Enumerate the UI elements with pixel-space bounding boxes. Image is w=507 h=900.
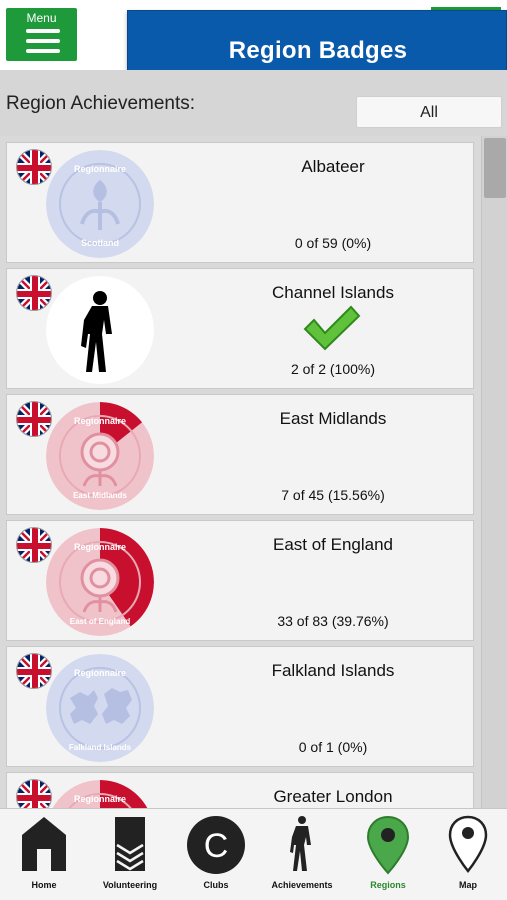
region-count: 33 of 83 (39.76%) [277,613,389,629]
region-count: 2 of 2 (100%) [290,361,376,377]
region-card[interactable]: Regionnaire Greater London [6,772,474,808]
region-name: Greater London [273,787,393,806]
region-count: 0 of 1 (0%) [298,739,368,755]
scrollbar[interactable] [481,136,507,808]
region-card[interactable]: Regionnaire Falkland Islands Falkland Is… [6,646,474,767]
nav-volunteering[interactable]: Volunteering [88,809,172,900]
map-icon [426,815,507,877]
nav-home[interactable]: Home [2,809,86,900]
scrollbar-thumb[interactable] [484,138,506,198]
region-name: East Midlands [279,409,387,428]
clubs-glyph: C [204,827,229,865]
svg-text:Regionnaire: Regionnaire [74,668,126,678]
region-badge-icon: Regionnaire [46,780,154,808]
region-card[interactable]: Regionnaire East Midlands East Midlands … [6,394,474,515]
uk-flag-icon [16,149,52,185]
menu-button[interactable]: Menu [6,8,77,61]
region-name: East of England [272,535,394,554]
region-list[interactable]: Regionnaire Scotland Albateer 0 of 59 (0… [0,136,507,808]
region-card[interactable]: Regionnaire East of England East of Engl… [6,520,474,641]
svg-text:Regionnaire: Regionnaire [74,416,126,426]
region-filter-select[interactable]: All [356,96,502,128]
svg-text:Regionnaire: Regionnaire [74,164,126,174]
menu-label: Menu [26,11,57,25]
region-card[interactable]: Channel Islands 2 of 2 (100%) [6,268,474,389]
region-badge-icon: Regionnaire East Midlands [46,402,154,510]
filter-label: Region Achievements: [6,93,196,114]
nav-label: Volunteering [102,880,158,890]
map-pin-icon [346,815,430,877]
runner-badge-icon [46,276,154,384]
region-name: Albateer [301,157,365,176]
uk-flag-icon [16,527,52,563]
svg-text:East of England: East of England [70,617,131,626]
nav-label: Home [31,880,57,890]
nav-achievements[interactable]: Achievements [260,809,344,900]
nav-label: Regions [370,880,406,890]
svg-text:Falkland Islands: Falkland Islands [69,743,132,752]
volunteering-icon [88,815,172,877]
runner-icon [260,815,344,877]
region-card[interactable]: Regionnaire Scotland Albateer 0 of 59 (0… [6,142,474,263]
completed-check-icon [302,305,362,353]
region-name: Falkland Islands [271,661,395,680]
nav-clubs[interactable]: C Clubs [174,809,258,900]
region-count: 0 of 59 (0%) [294,235,372,251]
nav-label: Map [459,880,477,890]
svg-text:Regionnaire: Regionnaire [74,542,126,552]
region-count: 7 of 45 (15.56%) [281,487,385,503]
svg-text:Regionnaire: Regionnaire [74,794,126,804]
svg-text:East Midlands: East Midlands [73,491,127,500]
filter-bar: Region Achievements: All [0,70,507,136]
nav-regions[interactable]: Regions [346,809,430,900]
clubs-icon: C [174,815,258,877]
uk-flag-icon [16,653,52,689]
nav-label: Clubs [203,880,229,890]
home-icon [2,815,86,877]
bottom-nav: Home Volunteering C Clubs Achievements R… [0,808,507,900]
uk-flag-icon [16,779,52,808]
region-name: Channel Islands [272,283,394,302]
region-badge-icon: Regionnaire East of England [46,528,154,636]
nav-label: Achievements [271,880,333,890]
svg-text:Scotland: Scotland [81,238,119,248]
uk-flag-icon [16,401,52,437]
app-header: Menu Region Badges [0,0,507,90]
hamburger-icon [26,29,60,59]
region-badge-icon: Regionnaire Falkland Islands [46,654,154,762]
region-badge-icon: Regionnaire Scotland [46,150,154,258]
uk-flag-icon [16,275,52,311]
nav-map[interactable]: Map [426,809,507,900]
